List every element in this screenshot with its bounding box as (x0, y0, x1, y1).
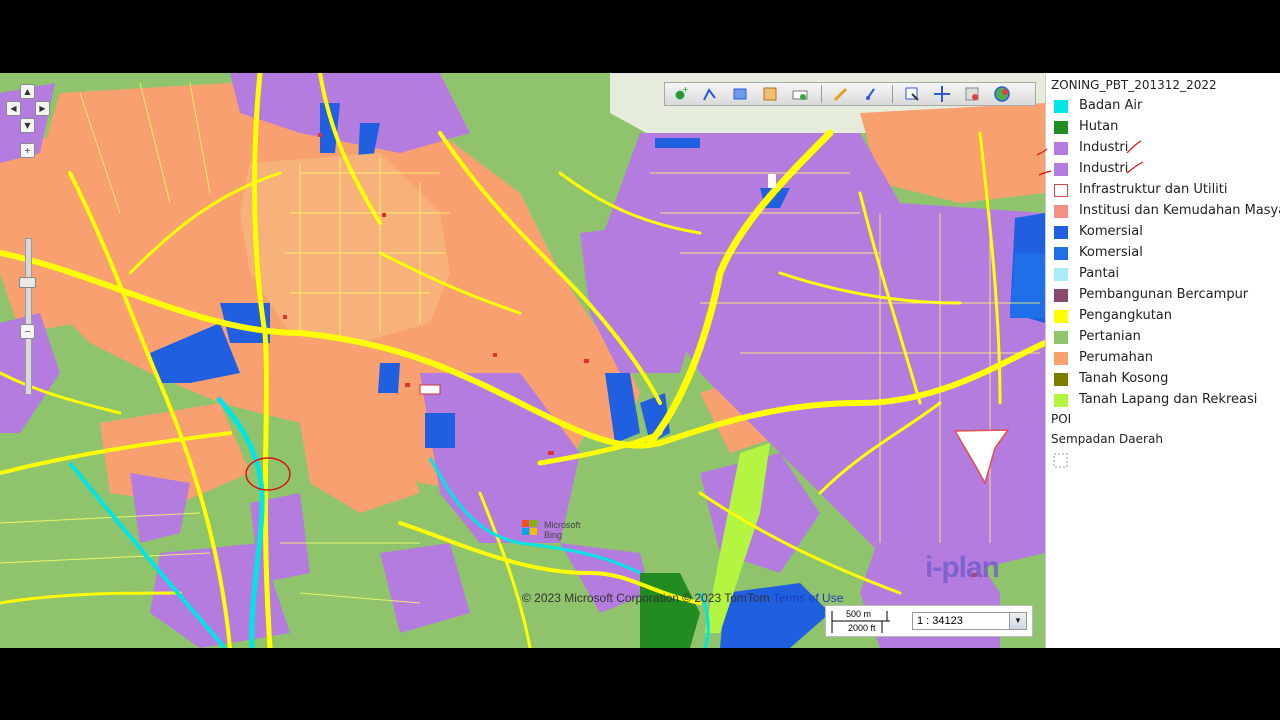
legend-swatch (1054, 226, 1068, 239)
add-point-icon[interactable]: + (671, 85, 689, 103)
legend-label: Komersial (1079, 245, 1143, 260)
scale-imperial: 2000 ft (848, 623, 876, 633)
legend-swatch (1054, 394, 1068, 407)
chevron-down-icon[interactable]: ▼ (1009, 613, 1026, 629)
legend-title: ZONING_PBT_201312_2022 (1051, 78, 1217, 92)
legend-swatch (1054, 184, 1068, 197)
pan-left-button[interactable]: ◀ (6, 101, 21, 116)
zoom-extent-icon[interactable] (963, 85, 981, 103)
select-icon[interactable] (903, 85, 921, 103)
scale-metric: 500 m (846, 609, 872, 619)
legend-swatch (1054, 268, 1068, 281)
legend-label: Pertanian (1079, 329, 1141, 344)
legend-swatch (1054, 310, 1068, 323)
toolbar-separator (821, 85, 822, 103)
annotation-marks (1036, 140, 1144, 176)
boundary-swatch-icon (1053, 453, 1068, 468)
map-view[interactable]: ▲ ◀ ▶ ▼ + − + Microsoft Bing i-plan © 20… (0, 73, 1045, 648)
map-copyright: © 2023 Microsoft Corporation © 2023 TomT… (522, 591, 843, 605)
legend-label: Pembangunan Bercampur (1079, 287, 1249, 302)
globe-icon[interactable] (993, 85, 1011, 103)
legend-swatch (1054, 373, 1068, 386)
terms-of-use-link[interactable]: Terms of Use (773, 591, 844, 605)
measure-icon[interactable] (862, 85, 880, 103)
legend-swatch (1054, 331, 1068, 344)
legend-swatch (1054, 100, 1068, 113)
legend-label: Tanah Kosong (1079, 371, 1169, 386)
legend-label: Perumahan (1079, 350, 1154, 365)
add-polygon-icon[interactable] (731, 85, 749, 103)
zoom-out-button[interactable]: − (20, 324, 35, 339)
ms-logo-line1: Microsoft (544, 520, 581, 530)
map-toolbar: + (664, 82, 1036, 106)
legend-label: Tanah Lapang dan Rekreasi (1079, 392, 1258, 407)
pen-icon[interactable] (832, 85, 850, 103)
pan-up-button[interactable]: ▲ (20, 84, 35, 99)
scale-ratio-select[interactable]: 1 : 34123 ▼ (912, 612, 1027, 630)
pan-right-button[interactable]: ▶ (35, 101, 50, 116)
legend-swatch (1054, 247, 1068, 260)
legend-label: Pantai (1079, 266, 1120, 281)
toolbar-separator (892, 85, 893, 103)
zoom-slider-handle[interactable] (19, 277, 36, 288)
legend-boundary-label: Sempadan Daerah (1051, 432, 1163, 446)
ms-logo-line2: Bing (544, 530, 563, 540)
copyright-text: © 2023 Microsoft Corporation © 2023 TomT… (522, 591, 770, 605)
legend-poi-label: POI (1051, 412, 1072, 426)
legend-swatch (1054, 352, 1068, 365)
zoning-map[interactable] (0, 73, 1045, 648)
zoom-in-button[interactable]: + (20, 143, 35, 158)
legend-label: Badan Air (1079, 98, 1143, 113)
legend-swatch (1054, 289, 1068, 302)
pan-down-button[interactable]: ▼ (20, 118, 35, 133)
clear-icon[interactable] (791, 85, 809, 103)
legend-label: Komersial (1079, 224, 1143, 239)
zoom-slider-track[interactable] (25, 238, 32, 395)
iplan-logo: i-plan (925, 551, 1000, 584)
add-line-icon[interactable] (701, 85, 719, 103)
svg-text:+: + (682, 85, 689, 94)
legend-label: Pengangkutan (1079, 308, 1172, 323)
legend-swatch (1054, 205, 1068, 218)
scale-control: 500 m 2000 ft 1 : 34123 ▼ (825, 605, 1033, 637)
legend-label: Institusi dan Kemudahan Masyarakat (1079, 203, 1280, 218)
layer-edit-icon[interactable] (761, 85, 779, 103)
pan-icon[interactable] (933, 85, 951, 103)
legend-swatch (1054, 121, 1068, 134)
microsoft-bing-logo: Microsoft Bing (522, 520, 588, 540)
legend-label: Hutan (1079, 119, 1119, 134)
scale-ratio-value: 1 : 34123 (917, 615, 963, 627)
